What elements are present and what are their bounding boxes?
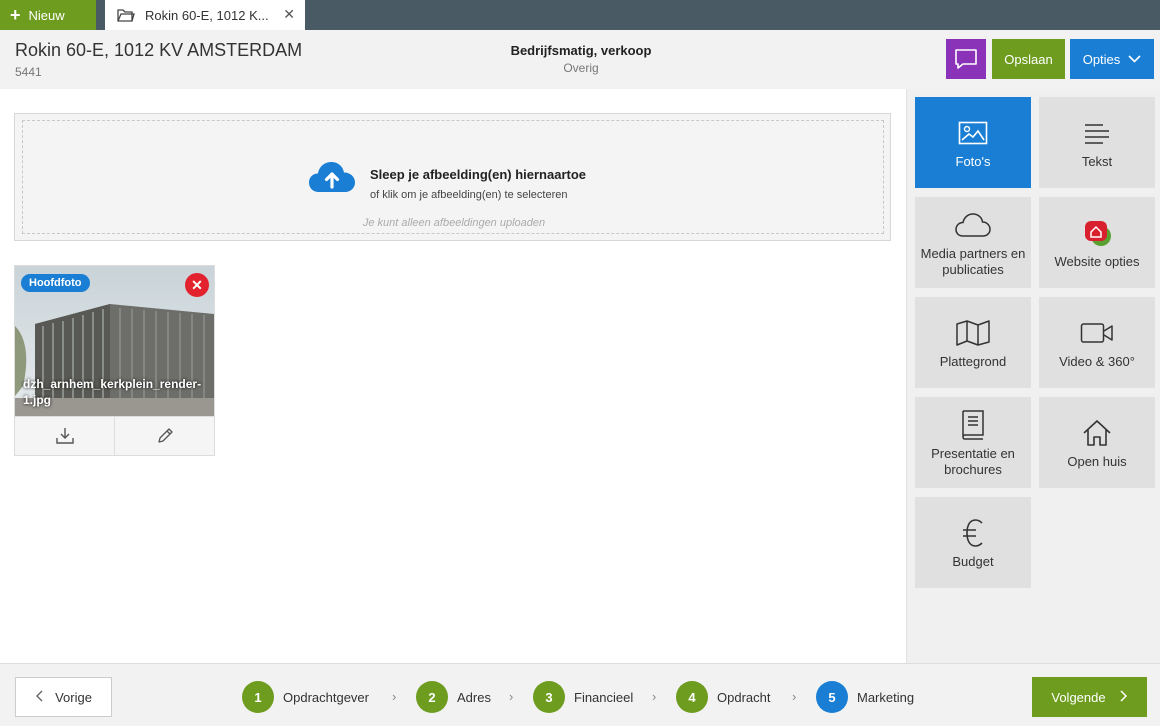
tile-media-partners[interactable]: Media partners en publicaties xyxy=(915,197,1031,288)
step-label: Adres xyxy=(457,689,491,705)
tile-label: Foto's xyxy=(955,153,991,169)
save-button[interactable]: Opslaan xyxy=(992,39,1065,79)
step-number: 1 xyxy=(242,681,274,713)
marketing-menu-panel: Foto's Tekst Media partners en publicati… xyxy=(906,89,1160,663)
tile-tekst[interactable]: Tekst xyxy=(1039,97,1155,188)
tile-label: Video & 360° xyxy=(1059,353,1135,369)
step-financieel[interactable]: 3 Financieel xyxy=(533,681,633,713)
pencil-icon xyxy=(157,428,173,443)
tile-label: Plattegrond xyxy=(939,353,1007,369)
tile-label: Budget xyxy=(952,553,994,569)
chevron-left-icon xyxy=(35,690,43,705)
delete-photo-button[interactable]: ✕ xyxy=(185,273,209,297)
object-header: Rokin 60-E, 1012 KV AMSTERDAM 5441 Bedri… xyxy=(0,30,1160,89)
tile-website-opties[interactable]: Website opties xyxy=(1039,197,1155,288)
object-type: Bedrijfsmatig, verkoop xyxy=(510,43,652,58)
step-label: Opdrachtgever xyxy=(283,689,369,705)
new-button-label: Nieuw xyxy=(28,7,65,23)
step-opdrachtgever[interactable]: 1 Opdrachtgever xyxy=(242,681,369,713)
step-label: Financieel xyxy=(574,689,634,705)
photo-filename: dzh_arnhem_kerkplein_render-1.jpg xyxy=(23,377,202,407)
chat-button[interactable] xyxy=(946,39,986,79)
plus-icon: + xyxy=(10,5,21,25)
text-lines-icon xyxy=(1085,123,1109,144)
step-number: 4 xyxy=(676,681,708,713)
new-button[interactable]: + Nieuw xyxy=(0,0,96,30)
options-dropdown-button[interactable]: Opties xyxy=(1070,39,1154,79)
chevron-right-icon: › xyxy=(652,689,657,704)
chevron-right-icon: › xyxy=(392,689,397,704)
next-button[interactable]: Volgende xyxy=(1032,677,1147,717)
tile-open-huis[interactable]: Open huis xyxy=(1039,397,1155,488)
folder-icon xyxy=(117,9,135,22)
upload-subtitle: of klik om je afbeelding(en) te selecter… xyxy=(370,189,568,201)
step-adres[interactable]: 2 Adres xyxy=(416,681,491,713)
image-icon xyxy=(958,121,988,144)
upload-title: Sleep je afbeelding(en) hiernaartoe xyxy=(370,167,586,182)
house-icon xyxy=(1083,419,1111,446)
close-tab-icon[interactable]: ✕ xyxy=(283,6,295,23)
step-label: Opdracht xyxy=(717,689,771,705)
upload-note: Je kunt alleen afbeeldingen uploaden xyxy=(362,217,546,229)
step-number: 2 xyxy=(416,681,448,713)
close-icon: ✕ xyxy=(191,276,203,293)
tile-label: Open huis xyxy=(1067,453,1127,469)
photo-card: Hoofdfoto ✕ dzh_arnhem_kerkplein_render-… xyxy=(14,265,215,456)
chevron-right-icon: › xyxy=(509,689,514,704)
upload-dropzone[interactable]: Sleep je afbeelding(en) hiernaartoe of k… xyxy=(14,113,891,241)
tile-label: Media partners en publicaties xyxy=(920,245,1026,277)
tile-plattegrond[interactable]: Plattegrond xyxy=(915,297,1031,388)
step-opdracht[interactable]: 4 Opdracht xyxy=(676,681,770,713)
cloud-icon xyxy=(955,212,991,237)
video-camera-icon xyxy=(1080,322,1113,343)
tile-label: Tekst xyxy=(1081,153,1113,169)
previous-label: Vorige xyxy=(55,689,92,705)
step-marketing[interactable]: 5 Marketing xyxy=(816,681,914,713)
object-id: 5441 xyxy=(15,65,42,79)
download-icon xyxy=(55,428,74,444)
map-icon xyxy=(956,319,990,346)
page-title: Rokin 60-E, 1012 KV AMSTERDAM xyxy=(15,40,303,60)
download-photo-button[interactable] xyxy=(15,417,115,455)
euro-icon xyxy=(963,518,983,547)
photo-thumbnail[interactable]: Hoofdfoto ✕ dzh_arnhem_kerkplein_render-… xyxy=(15,266,214,416)
chevron-right-icon xyxy=(1120,689,1128,705)
wizard-footer: Vorige 1 Opdrachtgever › 2 Adres › 3 Fin… xyxy=(0,663,1160,726)
tile-label: Website opties xyxy=(1054,253,1140,269)
photo-actions xyxy=(15,416,214,455)
chevron-right-icon: › xyxy=(792,689,797,704)
tile-fotos[interactable]: Foto's xyxy=(915,97,1031,188)
speech-bubble-icon xyxy=(955,49,977,69)
main-photo-badge: Hoofdfoto xyxy=(21,274,90,292)
tile-label: Presentatie en brochures xyxy=(931,445,1015,477)
next-label: Volgende xyxy=(1051,689,1106,705)
previous-button[interactable]: Vorige xyxy=(15,677,112,717)
chevron-down-icon xyxy=(1128,55,1141,63)
tile-budget[interactable]: Budget xyxy=(915,497,1031,588)
tile-presentatie-brochures[interactable]: Presentatie en brochures xyxy=(915,397,1031,488)
document-tab-title: Rokin 60-E, 1012 K... xyxy=(145,7,269,23)
book-icon xyxy=(962,409,984,440)
options-label: Opties xyxy=(1082,51,1121,67)
tile-video-360[interactable]: Video & 360° xyxy=(1039,297,1155,388)
edit-photo-button[interactable] xyxy=(115,417,214,455)
object-subtype: Overig xyxy=(563,61,599,75)
step-number: 5 xyxy=(816,681,848,713)
step-label: Marketing xyxy=(857,689,915,705)
website-logo-icon xyxy=(1085,220,1111,246)
document-tab[interactable]: Rokin 60-E, 1012 K... ✕ xyxy=(105,0,305,30)
step-number: 3 xyxy=(533,681,565,713)
upload-dropzone-border: Sleep je afbeelding(en) hiernaartoe of k… xyxy=(22,120,884,234)
cloud-upload-icon xyxy=(309,162,355,192)
top-bar: + Nieuw Rokin 60-E, 1012 K... ✕ xyxy=(0,0,1160,30)
